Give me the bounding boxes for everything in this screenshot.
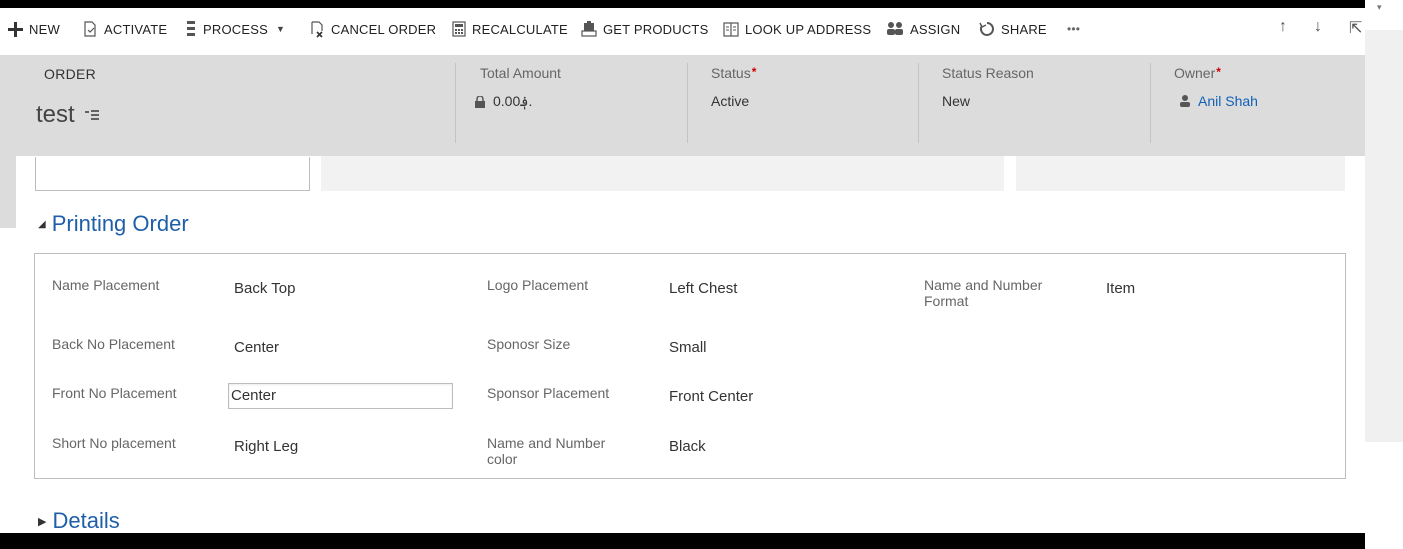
name-number-color-label: Name and Number color: [487, 435, 606, 467]
new-button[interactable]: NEW: [8, 20, 60, 38]
scroll-up-icon[interactable]: ▾: [1377, 2, 1382, 13]
logo-placement-label: Logo Placement: [487, 277, 589, 293]
section-title: Printing Order: [51, 211, 189, 236]
header-divider: [455, 63, 456, 143]
products-icon: [581, 20, 597, 37]
status-reason-value[interactable]: New: [942, 93, 970, 109]
chevron-down-icon: ▼: [275, 24, 286, 34]
share-button[interactable]: SHARE: [979, 20, 1047, 38]
record-header: ORDER test Total Amount 0.00؋. Status* A…: [0, 55, 1365, 156]
recalculate-button[interactable]: RECALCULATE: [452, 20, 568, 38]
name-number-format-label: Name and Number Format: [924, 277, 1043, 309]
arrow-up-icon[interactable]: ↑: [1279, 18, 1287, 36]
arrow-down-icon[interactable]: ↓: [1314, 18, 1322, 36]
short-no-placement-label: Short No placement: [52, 435, 176, 451]
activate-icon: [84, 21, 96, 37]
process-button[interactable]: PROCESS ▼: [185, 20, 285, 38]
look-up-address-button[interactable]: LOOK UP ADDRESS: [723, 20, 871, 38]
status-label-text: Status: [711, 65, 751, 81]
sponsor-placement-value[interactable]: Front Center: [669, 388, 753, 405]
form-selector-icon[interactable]: [84, 109, 99, 121]
collapse-caret-icon: ◢: [38, 218, 46, 230]
required-marker: *: [751, 65, 757, 79]
more-icon: •••: [1067, 22, 1081, 36]
status-reason-label: Status Reason: [942, 65, 1034, 81]
status-value[interactable]: Active: [711, 93, 749, 109]
share-icon: [979, 22, 994, 36]
header-divider: [918, 63, 919, 143]
look-up-address-label: LOOK UP ADDRESS: [745, 21, 872, 37]
recalculate-label: RECALCULATE: [472, 21, 568, 37]
printing-order-section: Name Placement Back Top Back No Placemen…: [34, 253, 1346, 479]
process-label: PROCESS: [203, 21, 268, 37]
back-no-placement-value[interactable]: Center: [234, 339, 279, 356]
new-label: NEW: [29, 21, 60, 37]
cancel-order-button[interactable]: CANCEL ORDER: [309, 20, 436, 38]
owner-link[interactable]: Anil Shah: [1198, 93, 1258, 109]
vertical-scrollbar[interactable]: ▾: [1365, 0, 1403, 549]
sponsor-placement-label: Sponsor Placement: [487, 385, 610, 401]
lock-icon: [475, 95, 485, 108]
details-title: Details: [52, 508, 120, 533]
scrollbar-track[interactable]: [1365, 442, 1403, 549]
app-window: NEW ACTIVATE PROCESS ▼ CANCEL ORDER RECA…: [0, 8, 1365, 533]
required-marker: *: [1216, 65, 1221, 79]
command-bar: NEW ACTIVATE PROCESS ▼ CANCEL ORDER RECA…: [0, 8, 1365, 48]
assign-label: ASSIGN: [910, 21, 961, 37]
name-placement-label: Name Placement: [52, 277, 160, 293]
status-label: Status*: [711, 65, 756, 81]
share-label: SHARE: [1001, 21, 1047, 37]
section-header-printing-order[interactable]: ◢ Printing Order: [38, 211, 189, 237]
previous-section-panel: [321, 156, 1004, 191]
record-name: test: [36, 101, 99, 129]
users-icon: [887, 22, 903, 35]
short-no-placement-value[interactable]: Right Leg: [234, 438, 298, 455]
expand-caret-icon: ▶: [38, 515, 47, 528]
activate-button[interactable]: ACTIVATE: [82, 20, 167, 38]
header-divider: [687, 63, 688, 143]
name-placement-value[interactable]: Back Top: [234, 280, 295, 297]
scrollbar-thumb[interactable]: [1365, 30, 1403, 442]
header-extension: [0, 156, 16, 228]
owner-label: Owner*: [1174, 65, 1221, 81]
cancel-document-icon: [311, 20, 323, 38]
sponosr-size-value[interactable]: Small: [669, 339, 707, 356]
record-name-text: test: [36, 101, 75, 128]
front-no-placement-label: Front No Placement: [52, 385, 177, 401]
total-amount-label: Total Amount: [480, 65, 561, 81]
logo-placement-value[interactable]: Left Chest: [669, 280, 737, 297]
calculator-icon: [452, 21, 466, 37]
previous-field-box[interactable]: [35, 157, 310, 191]
entity-type-label: ORDER: [44, 66, 97, 82]
assign-button[interactable]: ASSIGN: [886, 20, 960, 38]
total-amount-field: 0.00؋.: [475, 93, 532, 110]
owner-field: Anil Shah: [1180, 93, 1258, 109]
owner-label-text: Owner: [1174, 65, 1216, 81]
more-commands-button[interactable]: •••: [1067, 20, 1080, 38]
sponosr-size-label: Sponosr Size: [487, 336, 571, 352]
section-header-details[interactable]: ▶ Details: [38, 508, 120, 533]
address-book-icon: [723, 21, 739, 37]
total-amount-value: 0.00؋.: [493, 93, 533, 109]
get-products-label: GET PRODUCTS: [603, 21, 709, 37]
name-number-format-value[interactable]: Item: [1106, 280, 1135, 297]
name-number-color-value[interactable]: Black: [669, 438, 706, 455]
process-icon: [187, 21, 195, 36]
header-divider: [1150, 63, 1151, 143]
get-products-button[interactable]: GET PRODUCTS: [581, 20, 708, 38]
cancel-order-label: CANCEL ORDER: [331, 21, 437, 37]
front-no-placement-input[interactable]: Center: [228, 383, 453, 409]
previous-section-panel: [1016, 156, 1345, 191]
user-icon: [1180, 95, 1190, 107]
expand-icon[interactable]: ⇱: [1349, 18, 1362, 38]
plus-icon: [8, 21, 23, 37]
back-no-placement-label: Back No Placement: [52, 336, 175, 352]
activate-label: ACTIVATE: [104, 21, 168, 37]
